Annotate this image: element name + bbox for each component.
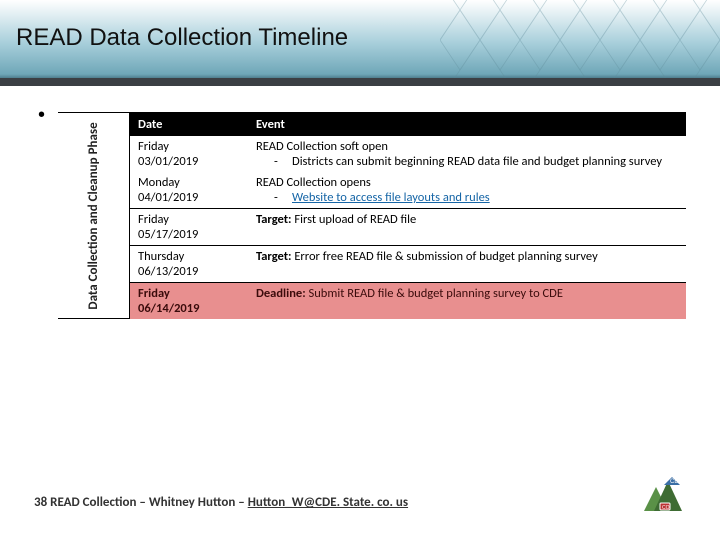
footer-email-link[interactable]: Hutton_W@CDE. State. co. us xyxy=(248,495,408,510)
event-text: First upload of READ file xyxy=(294,212,416,227)
date-value: 05/17/2019 xyxy=(138,227,240,242)
table-row: Friday 05/17/2019 Target: First upload o… xyxy=(130,208,686,245)
date-cell: Friday 06/14/2019 xyxy=(130,283,248,319)
date-cell: Friday 03/01/2019 xyxy=(130,136,248,172)
event-cell: READ Collection opens Website to access … xyxy=(248,172,686,208)
table-body: Date Event Friday 03/01/2019 READ Collec… xyxy=(130,112,686,319)
table-row: Monday 04/01/2019 READ Collection opens … xyxy=(130,172,686,208)
date-dow: Thursday xyxy=(138,249,240,264)
event-text: READ Collection opens xyxy=(256,175,678,190)
event-cell: Target: First upload of READ file xyxy=(248,209,686,245)
date-cell: Thursday 06/13/2019 xyxy=(130,246,248,282)
header-event: Event xyxy=(248,113,686,136)
target-label: Target: xyxy=(256,249,292,264)
event-cell: Target: Error free READ file & submissio… xyxy=(248,246,686,282)
header-date: Date xyxy=(130,113,248,136)
event-text: READ Collection soft open xyxy=(256,139,678,154)
accent-bar xyxy=(0,78,720,86)
date-value: 04/01/2019 xyxy=(138,190,240,205)
event-cell: Deadline: Submit READ file & budget plan… xyxy=(248,283,686,319)
date-cell: Friday 05/17/2019 xyxy=(130,209,248,245)
footer-text: READ Collection – Whitney Hutton – xyxy=(50,495,248,510)
mountain-logo-icon: CDE CO xyxy=(634,473,688,517)
date-value: 06/13/2019 xyxy=(138,264,240,279)
layouts-link[interactable]: Website to access file layouts and rules xyxy=(292,190,490,205)
slide: READ Data Collection Timeline • Data Col… xyxy=(0,0,720,540)
table-row-deadline: Friday 06/14/2019 Deadline: Submit READ … xyxy=(130,282,686,319)
date-dow: Friday xyxy=(138,139,240,154)
phase-label: Data Collection and Cleanup Phase xyxy=(86,122,102,309)
table-row: Friday 03/01/2019 READ Collection soft o… xyxy=(130,136,686,172)
date-value: 03/01/2019 xyxy=(138,154,240,169)
timeline-table: Data Collection and Cleanup Phase Date E… xyxy=(58,112,686,319)
content-area: • Data Collection and Cleanup Phase Date… xyxy=(0,86,720,319)
triangle-pattern-icon xyxy=(440,0,720,78)
logo-co-text: CO xyxy=(662,505,670,511)
event-text: Error free READ file & submission of bud… xyxy=(294,249,597,264)
cde-logo: CDE CO xyxy=(634,473,688,522)
date-value: 06/14/2019 xyxy=(138,301,240,316)
table-header-row: Date Event xyxy=(130,113,686,136)
table-row: Thursday 06/13/2019 Target: Error free R… xyxy=(130,245,686,282)
page-title: READ Data Collection Timeline xyxy=(16,24,348,52)
date-dow: Monday xyxy=(138,175,240,190)
logo-text: CDE xyxy=(670,479,683,485)
event-text: Submit READ file & budget planning surve… xyxy=(308,286,563,301)
event-subitem: Districts can submit beginning READ data… xyxy=(256,154,678,169)
slide-number: 38 xyxy=(34,495,47,510)
target-label: Target: xyxy=(256,212,292,227)
header-band: READ Data Collection Timeline xyxy=(0,0,720,78)
footer: 38 READ Collection – Whitney Hutton – Hu… xyxy=(34,495,620,510)
event-cell: READ Collection soft open Districts can … xyxy=(248,136,686,172)
date-dow: Friday xyxy=(138,212,240,227)
event-subitem: Website to access file layouts and rules xyxy=(256,190,678,205)
date-dow: Friday xyxy=(138,286,240,301)
deadline-label: Deadline: xyxy=(256,286,306,301)
phase-cell: Data Collection and Cleanup Phase xyxy=(58,112,130,319)
bullet-icon: • xyxy=(38,104,45,127)
date-cell: Monday 04/01/2019 xyxy=(130,172,248,208)
